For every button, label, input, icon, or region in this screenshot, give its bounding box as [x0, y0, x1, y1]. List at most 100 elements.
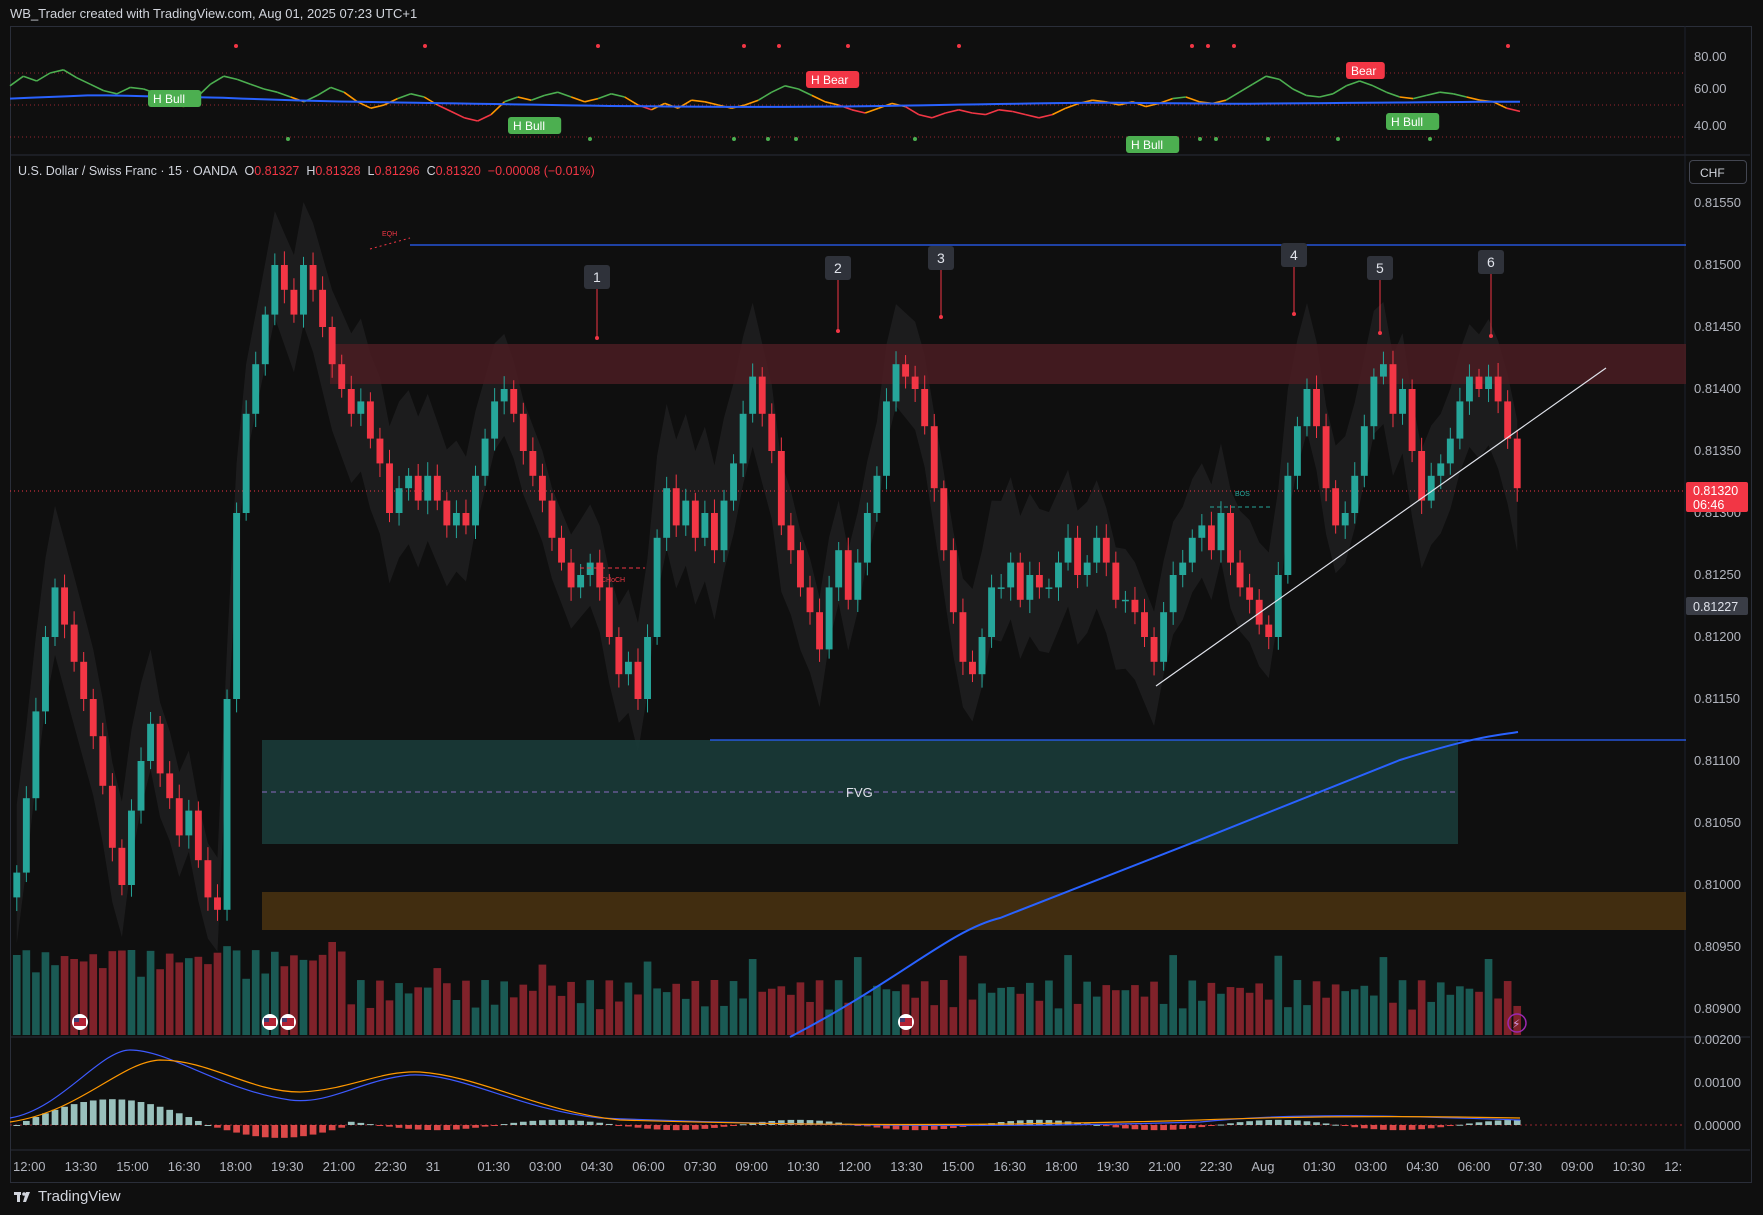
candle-body [452, 513, 460, 526]
rsi-segment [276, 91, 291, 98]
macd-histogram-bar [61, 1106, 68, 1125]
volume-bar [758, 991, 767, 1035]
volume-bar [1446, 994, 1455, 1035]
macd-histogram-bar [605, 1123, 613, 1125]
rsi-segment [223, 75, 238, 81]
footer-brand-label: TradingView [38, 1188, 121, 1205]
volume-bar [376, 980, 384, 1035]
volume-bar [882, 989, 891, 1035]
volume-bar [815, 980, 824, 1035]
chart-canvas[interactable]: 80.00 60.00 40.00 H Bull H Bull H Bear H Bull B… [0, 0, 1763, 1215]
candle-body [806, 587, 814, 613]
candle-body [749, 376, 757, 414]
rsi-segment [49, 69, 64, 74]
macd-histogram-bar [586, 1121, 594, 1125]
candle-body [930, 426, 938, 489]
candle-body [1418, 451, 1426, 501]
rsi-segment [958, 109, 973, 114]
macd-histogram-bar [328, 1125, 336, 1131]
footer-brand[interactable]: TradingView [14, 1188, 121, 1205]
volume-bar [1169, 955, 1177, 1035]
swing-point-label: 6 [1478, 250, 1504, 338]
volume-bar [691, 980, 700, 1035]
macd-histogram-bar [500, 1124, 508, 1126]
candle-body [768, 413, 776, 451]
candle-body [1112, 562, 1120, 600]
volume-bar [404, 993, 413, 1035]
rsi-segment [744, 99, 759, 106]
macd-histogram-bar [777, 1120, 785, 1125]
candle-body [777, 451, 785, 526]
rsi-segment [343, 91, 358, 103]
volume-bar [1312, 981, 1321, 1035]
candle-body [1360, 426, 1368, 476]
rsi-segment [1185, 96, 1200, 103]
currency-button[interactable]: CHF [1689, 160, 1747, 184]
candle-body [1236, 562, 1244, 588]
rsi-segment [1412, 94, 1427, 100]
swing-label-text: 1 [593, 269, 601, 285]
demand-zone [262, 892, 1686, 930]
macd-histogram-bar [242, 1125, 250, 1135]
macd-histogram-bar [1102, 1125, 1110, 1127]
rsi-segment [972, 112, 986, 116]
macd-histogram-bar [271, 1125, 279, 1138]
symbol-legend[interactable]: U.S. Dollar / Swiss Franc · 15 · OANDA O… [18, 164, 595, 178]
candle-body [758, 376, 766, 414]
rsi-overbought-dot [234, 44, 238, 48]
time-axis-tick: 13:30 [65, 1159, 98, 1174]
swing-pointer-dot [836, 329, 840, 333]
macd-histogram-bar [1217, 1124, 1225, 1126]
rsi-overbought-dot [423, 44, 427, 48]
volume-bar [605, 980, 614, 1035]
volume-bar [318, 954, 327, 1035]
event-icon-canton [74, 1018, 79, 1022]
rsi-segment [1051, 107, 1067, 116]
rsi-segment [1092, 99, 1106, 103]
volume-bar [777, 986, 786, 1035]
volume-bar [538, 964, 547, 1035]
candle-body [730, 463, 737, 501]
candle-body [586, 562, 594, 575]
candle-body [863, 513, 871, 563]
volume-bar [184, 958, 193, 1035]
rsi-oversold-dot [1266, 137, 1270, 141]
candle-body [395, 488, 403, 513]
eqh-label: EQH [382, 231, 397, 238]
volume-bar [1207, 982, 1216, 1035]
rsi-oversold-dot [286, 137, 290, 141]
macd-histogram-bar [195, 1120, 202, 1125]
time-axis-tick: 19:30 [271, 1159, 304, 1174]
macd-histogram-bar [395, 1125, 403, 1128]
candle-body [271, 265, 279, 315]
rsi-segment [1279, 78, 1294, 90]
price-axis-tick: 0.80950 [1694, 939, 1741, 954]
candle-body [223, 699, 231, 910]
candle-body [1179, 562, 1187, 575]
macd-histogram-bar [128, 1100, 135, 1125]
volume-bar [194, 956, 203, 1035]
candle-body [1370, 376, 1378, 427]
macd-histogram-bar [386, 1125, 393, 1127]
rsi-axis-tick: 80.00 [1694, 49, 1727, 64]
price-axis-tick: 0.81250 [1694, 567, 1741, 582]
volume-bar [32, 972, 40, 1035]
rsi-segment [1399, 96, 1414, 100]
rsi-axis-tick: 40.00 [1694, 118, 1727, 133]
candle-body [405, 475, 413, 489]
candle-body [214, 897, 221, 910]
rsi-segment [1332, 85, 1347, 95]
time-axis-tick: 12:00 [13, 1159, 46, 1174]
volume-bar [939, 980, 948, 1035]
candle-body [1322, 426, 1330, 489]
volume-bar [548, 985, 556, 1035]
volume-bar [1408, 1009, 1416, 1035]
volume-bar [127, 950, 136, 1035]
volume-bar [89, 954, 98, 1035]
time-axis-tick: 31 [426, 1159, 440, 1174]
candle-body [940, 488, 948, 551]
price-axis-tick: 0.81400 [1694, 381, 1741, 396]
candle-body [366, 401, 374, 439]
price-axis-tick: 0.81150 [1694, 691, 1740, 706]
volume-bar [681, 998, 690, 1035]
